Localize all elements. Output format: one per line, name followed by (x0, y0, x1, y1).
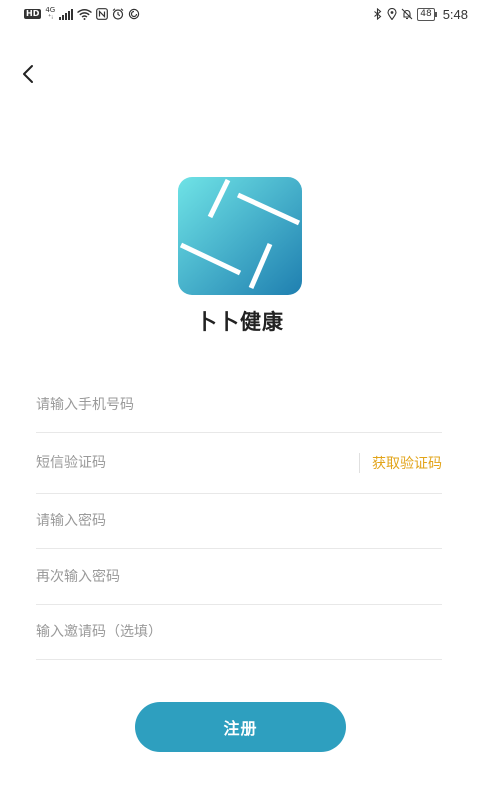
signal-4g-icon: 4G ⁺ᵢ (45, 7, 55, 21)
net-label-bottom: ⁺ᵢ (47, 13, 53, 21)
app-name: 卜卜健康 (196, 310, 284, 334)
status-left: HD 4G ⁺ᵢ (24, 7, 140, 21)
password-confirm-row (36, 549, 442, 605)
app-notification-icon (128, 8, 140, 20)
code-divider (359, 453, 360, 473)
phone-row (36, 378, 442, 433)
hd-badge: HD (24, 9, 42, 19)
password-confirm-input[interactable] (36, 568, 442, 585)
back-button[interactable] (16, 60, 40, 88)
register-form: 获取验证码 (36, 378, 442, 660)
status-right: 48 5:48 (373, 7, 468, 22)
status-bar: HD 4G ⁺ᵢ 48 5:48 (0, 0, 480, 28)
alarm-icon (112, 8, 124, 20)
password-row (36, 494, 442, 549)
battery-indicator: 48 (417, 7, 438, 21)
app-logo (178, 177, 302, 295)
invite-code-row (36, 605, 442, 660)
get-code-button[interactable]: 获取验证码 (372, 453, 442, 473)
password-input[interactable] (36, 513, 442, 529)
invite-code-input[interactable] (36, 624, 442, 640)
mute-icon (401, 8, 413, 20)
wifi-icon (77, 8, 93, 20)
sms-code-input[interactable] (36, 455, 351, 471)
clock: 5:48 (442, 6, 468, 22)
bluetooth-icon (373, 8, 383, 20)
chevron-left-icon (23, 65, 33, 83)
nfc-icon (96, 8, 109, 20)
register-button[interactable]: 注册 (135, 702, 346, 752)
phone-input[interactable] (36, 397, 442, 413)
signal-bars-icon (59, 8, 74, 20)
sms-code-row: 获取验证码 (36, 433, 442, 494)
location-icon (387, 8, 397, 20)
